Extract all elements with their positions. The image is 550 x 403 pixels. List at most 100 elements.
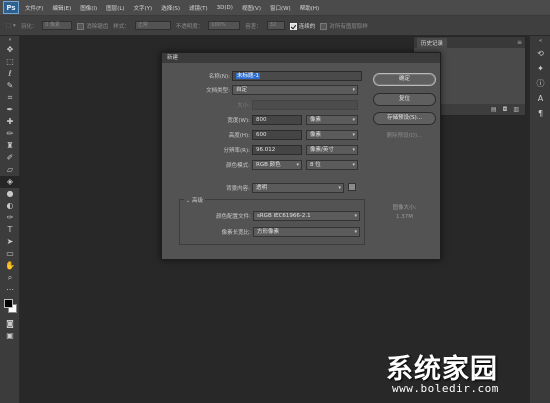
menu-help[interactable]: 帮助(H) [300,4,319,12]
paint-bucket-tool-icon[interactable]: ◈ [0,176,20,188]
type-tool-icon[interactable]: T [0,224,20,236]
image-size-label: 图像大小: [392,205,417,211]
style-select[interactable]: 正常 [134,21,171,30]
menu-3d[interactable]: 3D(D) [217,5,233,11]
menu-view[interactable]: 视图(V) [242,4,261,12]
menu-select[interactable]: 选择(S) [161,4,180,12]
sample-all-checkbox[interactable]: 对所有图层取样 [320,22,368,30]
paragraph-dock-icon[interactable]: ¶ [530,106,550,121]
advanced-toggle[interactable]: ⌄ 高级 [184,196,205,204]
zoom-tool-icon[interactable]: ⌕ [0,272,20,284]
move-tool-icon[interactable]: ✥ [0,44,20,56]
preset-value: 自定 [236,87,248,93]
color-dock-icon[interactable]: ✦ [530,61,550,76]
new-document-from-state-icon[interactable]: ▤ [491,106,497,113]
menu-image[interactable]: 图像(I) [80,4,97,12]
name-value: 未标题-1 [236,73,260,79]
contiguous-checkbox[interactable]: 连续的 [289,22,316,30]
width-input[interactable]: 800 [252,115,302,125]
healing-brush-tool-icon[interactable]: ✚ [0,116,20,128]
opacity-input[interactable]: 100% [208,21,241,30]
color-mode-select[interactable]: RGB 颜色 ▾ [252,160,302,170]
marquee-tool-icon[interactable]: ⬚ [0,56,20,68]
reset-button[interactable]: 复位 [373,93,436,106]
path-selection-tool-icon[interactable]: ➤ [0,236,20,248]
resolution-unit-value: 像素/英寸 [310,147,334,153]
preset-select[interactable]: 自定 ▾ [232,85,358,95]
resolution-unit-select[interactable]: 像素/英寸 ▾ [306,145,358,155]
character-dock-icon[interactable]: A [530,91,550,106]
foreground-color-swatch[interactable] [4,299,13,308]
pen-tool-icon[interactable]: ✑ [0,212,20,224]
chevron-down-icon: ▾ [354,213,357,219]
pixel-aspect-label: 像素长宽比: [221,230,251,236]
history-tab[interactable]: 历史记录 [417,37,448,48]
quick-select-tool-icon[interactable]: ✎ [0,80,20,92]
ok-button[interactable]: 确定 [373,73,436,86]
hand-tool-icon[interactable]: ✋ [0,260,20,272]
chevron-down-icon: ▾ [352,147,355,153]
chevron-down-icon: ▾ [352,117,355,123]
menu-edit[interactable]: 编辑(E) [52,4,71,12]
resolution-input[interactable]: 96.012 [252,145,302,155]
collapse-icon[interactable]: « [530,36,550,46]
preset-label: 文档类型: [206,88,230,94]
more-tools-icon[interactable]: ⋯ [0,284,20,296]
save-preset-button[interactable]: 存储预设(S)... [373,112,436,125]
crop-tool-icon[interactable]: ⌗ [0,92,20,104]
background-color-swatch[interactable] [348,183,356,191]
trash-icon[interactable]: ▥ [513,106,519,113]
chevron-down-icon: ▾ [296,162,299,168]
dodge-tool-icon[interactable]: ◐ [0,200,20,212]
antialias-checkbox[interactable]: 消除锯齿 [77,22,108,30]
menu-type[interactable]: 文字(Y) [134,4,153,12]
quick-mask-icon[interactable]: ◙ [0,318,20,330]
info-dock-icon[interactable]: ⓘ [530,76,550,91]
pixel-aspect-value: 方形像素 [257,229,280,235]
feather-input[interactable]: 0 像素 [42,21,73,30]
snapshot-camera-icon[interactable]: ◘ [503,106,508,113]
lasso-tool-icon[interactable]: ℓ [0,68,20,80]
height-unit-value: 像素 [310,132,322,138]
eyedropper-tool-icon[interactable]: ✒ [0,104,20,116]
tolerance-input[interactable]: 32 [266,21,285,30]
contiguous-label: 连续的 [298,23,316,30]
menu-file[interactable]: 文件(F) [25,4,43,12]
style-label: 样式： [113,23,130,30]
bit-depth-select[interactable]: 8 位 ▾ [306,160,358,170]
toolbar-grip[interactable]: » [0,36,20,44]
tool-preset-icon[interactable]: ⬚ ▾ [6,23,16,29]
feather-label: 羽化： [20,23,38,30]
new-document-dialog: 新建 名称(N): 未标题-1 文档类型: 自定 ▾ 大小: 宽度(W): 80… [161,52,441,260]
eraser-tool-icon[interactable]: ▱ [0,164,20,176]
color-profile-select[interactable]: sRGB IEC61966-2.1 ▾ [253,211,360,221]
height-unit-select[interactable]: 像素 ▾ [306,130,358,140]
clone-stamp-tool-icon[interactable]: ♜ [0,140,20,152]
blur-tool-icon[interactable]: ● [0,188,20,200]
color-swatches[interactable] [0,296,19,318]
menu-filter[interactable]: 滤镜(T) [189,4,208,12]
width-unit-select[interactable]: 像素 ▾ [306,115,358,125]
pixel-aspect-select[interactable]: 方形像素 ▾ [253,227,360,237]
width-label: 宽度(W): [227,118,250,124]
delete-preset-button: 删除预设(D)... [386,133,423,139]
chevron-down-icon: ▾ [352,162,355,168]
menu-window[interactable]: 窗口(W) [270,4,291,12]
color-profile-label: 颜色配置文件: [216,214,251,220]
history-brush-tool-icon[interactable]: ✐ [0,152,20,164]
rectangle-tool-icon[interactable]: ▭ [0,248,20,260]
name-input[interactable]: 未标题-1 [232,71,362,81]
name-label: 名称(N): [208,74,230,80]
history-dock-icon[interactable]: ⟲ [530,46,550,61]
background-contents-select[interactable]: 透明 ▾ [252,183,344,193]
resolution-label: 分辨率(R): [223,148,250,154]
panel-menu-icon[interactable]: ≡ [517,39,522,46]
chevron-down-icon: ▾ [338,185,341,191]
screen-mode-icon[interactable]: ▣ [0,330,20,342]
tools-panel: » ✥ ⬚ ℓ ✎ ⌗ ✒ ✚ ✏ ♜ ✐ ▱ ◈ ● ◐ ✑ T ➤ ▭ ✋ … [0,36,20,403]
height-input[interactable]: 600 [252,130,302,140]
brush-tool-icon[interactable]: ✏ [0,128,20,140]
advanced-group: ⌄ 高级 颜色配置文件: sRGB IEC61966-2.1 ▾ 像素长宽比: … [179,196,365,245]
menu-layer[interactable]: 图层(L) [106,4,124,12]
advanced-label: 高级 [191,198,203,204]
